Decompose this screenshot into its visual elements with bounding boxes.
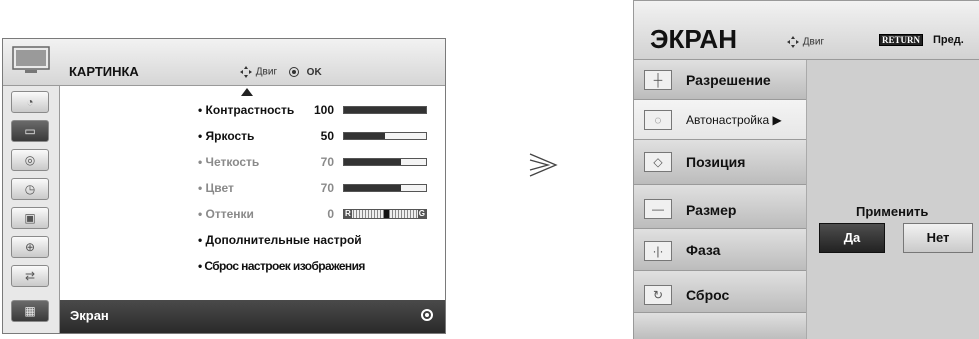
time-category-icon[interactable]: ◷ bbox=[11, 178, 49, 200]
screen-item-auto-config[interactable]: ◌ Автонастройка ▶ bbox=[634, 100, 806, 140]
side-menu-filler bbox=[634, 313, 806, 339]
screen-item-reset[interactable]: ↻ Сброс bbox=[634, 271, 806, 313]
screen-menu-item[interactable]: Экран bbox=[60, 300, 445, 333]
position-icon: ◇ bbox=[644, 152, 672, 172]
no-button[interactable]: Нет bbox=[903, 223, 973, 253]
apply-label: Применить bbox=[856, 204, 929, 219]
yes-button[interactable]: Да bbox=[819, 223, 885, 253]
tint-red-label: R bbox=[344, 209, 352, 218]
size-icon: — bbox=[644, 199, 672, 219]
tint-value: 0 bbox=[327, 207, 334, 221]
screen-item-phase[interactable]: ·|· Фаза bbox=[634, 229, 806, 271]
tint-marker bbox=[384, 210, 389, 218]
brightness-value: 50 bbox=[320, 129, 334, 143]
tv-icon bbox=[12, 46, 50, 73]
contrast-row[interactable]: • Контрастность 100 bbox=[198, 103, 427, 117]
tint-green-label: G bbox=[417, 209, 426, 218]
picture-category-icon[interactable]: ▭ bbox=[11, 120, 49, 142]
picture-menu-title: КАРТИНКА bbox=[69, 64, 139, 79]
move-hint: Двиг bbox=[255, 66, 278, 78]
screen-item-size[interactable]: — Размер bbox=[634, 185, 806, 229]
return-button-badge[interactable]: RETURN bbox=[879, 34, 924, 46]
picture-reset-row[interactable]: • Сброс настроек изображения bbox=[198, 259, 365, 273]
satellite-dish-icon[interactable]: ◔ bbox=[11, 91, 49, 113]
input-category-icon[interactable]: ⇄ bbox=[11, 265, 49, 287]
screen-menu-panel: ЭКРАН Двиг RETURN Пред. ┼ Разрешение ◌ А… bbox=[633, 0, 979, 339]
sharpness-row[interactable]: • Четкость 70 bbox=[198, 155, 427, 169]
ok-button-icon bbox=[288, 67, 299, 77]
category-column: ◔ ▭ ◎ ◷ ▣ ⊕ ⇄ ▦ bbox=[3, 86, 60, 333]
sharpness-bar[interactable] bbox=[343, 158, 427, 166]
color-row[interactable]: • Цвет 70 bbox=[198, 181, 427, 195]
transition-arrow-icon bbox=[529, 153, 558, 177]
screen-item-position[interactable]: ◇ Позиция bbox=[634, 140, 806, 185]
color-bar[interactable] bbox=[343, 184, 427, 192]
reset-icon: ↻ bbox=[644, 285, 672, 305]
move-hint: Двиг bbox=[786, 35, 824, 49]
auto-config-dialog: Применить Да Нет bbox=[806, 60, 979, 339]
scroll-up-icon[interactable] bbox=[241, 88, 253, 96]
radio-selected-icon bbox=[421, 309, 433, 321]
crosshair-icon: ┼ bbox=[644, 70, 672, 90]
screen-category-icon[interactable]: ▦ bbox=[11, 300, 49, 322]
nav-hints: Двиг OK bbox=[239, 65, 322, 79]
move-arrows-icon bbox=[240, 66, 252, 78]
contrast-bar[interactable] bbox=[343, 106, 427, 114]
lock-category-icon[interactable]: ⊕ bbox=[11, 236, 49, 258]
picture-menu-header: КАРТИНКА Двиг OK bbox=[3, 39, 445, 86]
brightness-bar[interactable] bbox=[343, 132, 427, 140]
picture-settings-list: • Контрастность 100 • Яркость 50 • Четко… bbox=[60, 86, 445, 300]
picture-menu: КАРТИНКА Двиг OK ◔ ▭ ◎ ◷ ▣ ⊕ ⇄ ▦ • Контр… bbox=[2, 38, 446, 334]
screen-menu-title: ЭКРАН bbox=[650, 24, 737, 54]
tint-row[interactable]: • Оттенки 0 R G bbox=[198, 207, 427, 221]
sound-category-icon[interactable]: ◎ bbox=[11, 149, 49, 171]
tint-slider[interactable]: R G bbox=[343, 209, 427, 219]
screen-item-resolution[interactable]: ┼ Разрешение bbox=[634, 60, 806, 100]
ok-hint: OK bbox=[306, 66, 322, 78]
screen-menu-header: ЭКРАН Двиг RETURN Пред. bbox=[634, 1, 979, 60]
color-value: 70 bbox=[320, 181, 334, 195]
previous-label: Пред. bbox=[933, 34, 964, 46]
option-category-icon[interactable]: ▣ bbox=[11, 207, 49, 229]
screen-menu-label: Экран bbox=[70, 308, 109, 323]
advanced-settings-row[interactable]: • Дополнительные настрой bbox=[198, 233, 362, 247]
sharpness-value: 70 bbox=[320, 155, 334, 169]
contrast-value: 100 bbox=[313, 103, 334, 117]
move-arrows-icon bbox=[787, 36, 799, 48]
phase-icon: ·|· bbox=[644, 241, 672, 261]
auto-config-icon: ◌ bbox=[644, 110, 672, 130]
brightness-row[interactable]: • Яркость 50 bbox=[198, 129, 427, 143]
